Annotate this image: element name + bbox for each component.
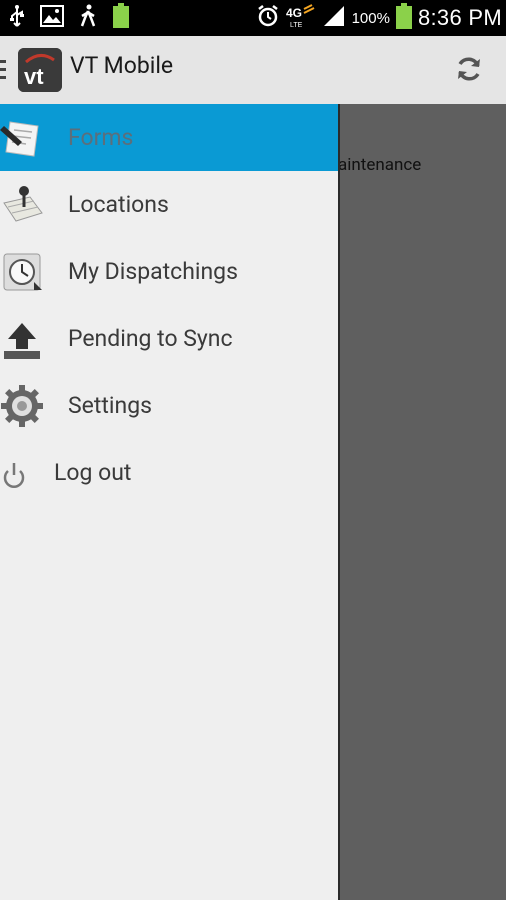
drawer-item-locations[interactable]: Locations xyxy=(0,171,338,238)
drawer-item-label: My Dispatchings xyxy=(68,258,238,285)
svg-text:LTE: LTE xyxy=(290,22,303,29)
drawer-item-label: Pending to Sync xyxy=(68,325,233,352)
content-scrim[interactable] xyxy=(338,104,506,900)
drawer-toggle-icon[interactable] xyxy=(0,60,6,80)
background-list-text: aintenance xyxy=(338,155,422,175)
drawer-item-label: Settings xyxy=(68,392,152,419)
drawer-item-label: Locations xyxy=(68,191,169,218)
action-bar: vt VT Mobile xyxy=(0,36,506,104)
battery-percent: 100% xyxy=(351,9,390,27)
drawer-item-my-dispatchings[interactable]: My Dispatchings xyxy=(0,238,338,305)
navigation-drawer: Forms Locations My Dispatchings Pending … xyxy=(0,104,338,900)
app-title: VT Mobile xyxy=(70,52,174,79)
locations-icon xyxy=(0,183,46,227)
drawer-item-settings[interactable]: Settings xyxy=(0,372,338,439)
network-4g-icon: 4G LTE xyxy=(286,3,316,33)
upload-icon xyxy=(0,317,46,361)
drawer-item-label: Forms xyxy=(68,124,134,151)
app-logo[interactable]: vt xyxy=(18,48,62,92)
drawer-item-pending-to-sync[interactable]: Pending to Sync xyxy=(0,305,338,372)
signal-icon xyxy=(322,4,346,32)
drawer-item-label: Log out xyxy=(54,459,132,486)
forms-icon xyxy=(0,116,46,160)
svg-text:4G: 4G xyxy=(286,6,302,20)
clock: 8:36 PM xyxy=(417,5,502,30)
alarm-icon xyxy=(256,4,280,32)
drawer-item-forms[interactable]: Forms xyxy=(0,104,338,171)
drawer-item-log-out[interactable]: Log out xyxy=(0,439,338,506)
image-icon xyxy=(40,5,64,31)
power-icon xyxy=(0,451,46,495)
dispatchings-icon xyxy=(0,250,46,294)
drawer-divider xyxy=(338,104,340,900)
gear-icon xyxy=(0,384,46,428)
status-bar: 4G LTE 100% 8:36 PM xyxy=(0,0,506,36)
walking-icon xyxy=(78,4,98,32)
logo-text: vt xyxy=(24,64,44,89)
battery-icon xyxy=(395,3,412,33)
usb-icon xyxy=(8,4,26,32)
refresh-icon[interactable] xyxy=(454,54,484,84)
battery-full-icon xyxy=(112,3,130,33)
